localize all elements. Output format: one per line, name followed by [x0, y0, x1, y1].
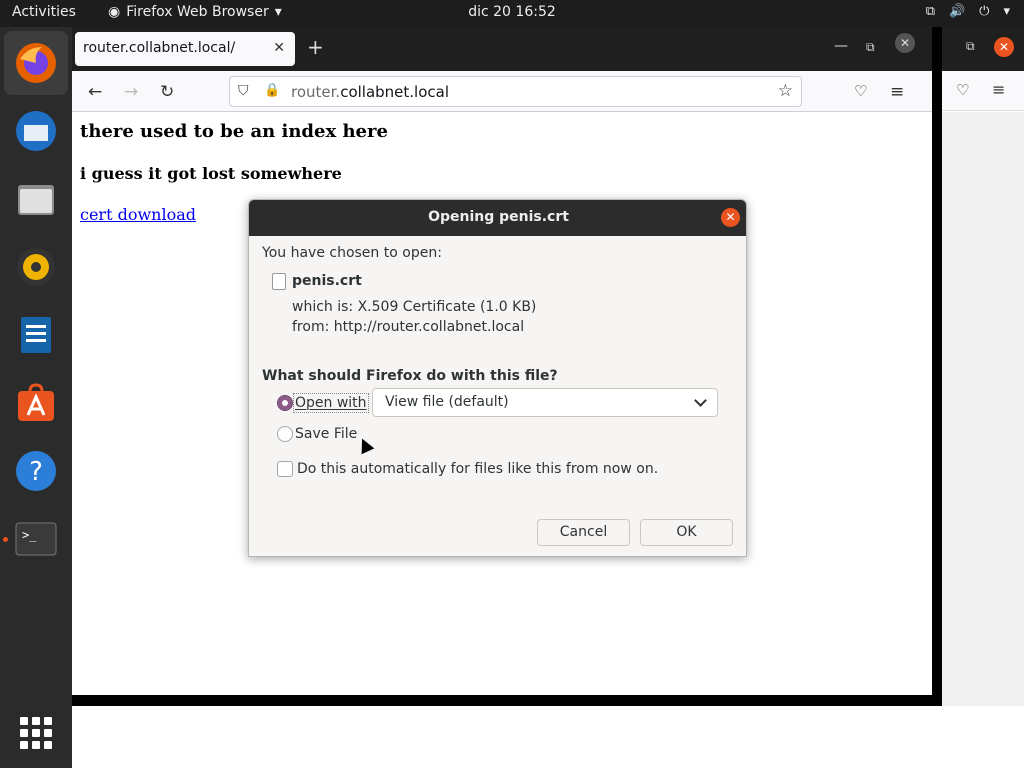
folder-icon [18, 185, 54, 215]
window-shadow-right [932, 27, 942, 706]
action-question: What should Firefox do with this file? [262, 368, 558, 384]
restore-icon[interactable]: ⧉ [966, 39, 975, 54]
tab-router[interactable]: router.collabnet.local/ ✕ [75, 32, 295, 66]
lock-icon[interactable]: 🔒 [264, 83, 280, 98]
tab-title: router.collabnet.local/ [83, 40, 236, 56]
show-apps-icon[interactable] [20, 717, 52, 749]
url-prefix: router. [291, 83, 341, 101]
open-with-label[interactable]: Open with [293, 393, 369, 413]
thunderbird-icon [16, 111, 56, 151]
bookmark-star-icon[interactable]: ☆ [778, 81, 793, 101]
speaker-icon [17, 248, 55, 286]
shield-icon[interactable]: ⛉ [238, 83, 249, 99]
nav-bar: ← → ↻ ⛉ 🔒 router.collabnet.local ☆ ♡ ≡ [72, 71, 932, 112]
cert-download-link[interactable]: cert download [80, 205, 196, 224]
dock: ? >_ [0, 27, 72, 768]
dialog-header: Opening penis.crt ✕ [249, 200, 746, 236]
power-icon: ⏻ [979, 4, 990, 19]
file-name: penis.crt [292, 273, 362, 289]
chosen-label: You have chosen to open: [262, 245, 442, 261]
auto-label[interactable]: Do this automatically for files like thi… [297, 461, 658, 477]
chevron-down-icon: ▾ [1003, 4, 1010, 19]
dock-files[interactable] [4, 167, 68, 231]
dock-rhythmbox[interactable] [4, 235, 68, 299]
chevron-down-icon [694, 394, 707, 407]
network-icon: ⧉ [925, 4, 935, 19]
pocket-icon[interactable]: ♡ [956, 81, 969, 99]
forward-icon[interactable]: → [124, 82, 138, 102]
save-file-radio[interactable] [277, 426, 293, 442]
tab-strip: router.collabnet.local/ ✕ + — ⧉ ✕ [72, 27, 932, 71]
svg-text:>_: >_ [22, 528, 37, 542]
dock-terminal[interactable]: >_ [4, 507, 68, 571]
open-with-value: View file (default) [385, 394, 509, 410]
running-indicator [3, 537, 8, 542]
file-type: which is: X.509 Certificate (1.0 KB) [292, 299, 537, 315]
close-icon[interactable]: ✕ [721, 208, 740, 227]
dock-libreoffice-writer[interactable] [4, 303, 68, 367]
menu-icon[interactable]: ≡ [890, 82, 904, 102]
terminal-icon: >_ [15, 522, 57, 556]
ok-button[interactable]: OK [640, 519, 733, 546]
dock-software[interactable] [4, 371, 68, 435]
pocket-icon[interactable]: ♡ [854, 82, 867, 100]
minimize-icon[interactable]: — [834, 38, 848, 54]
open-with-dropdown[interactable]: View file (default) [372, 388, 718, 417]
dock-thunderbird[interactable] [4, 99, 68, 163]
open-file-dialog: Opening penis.crt ✕ You have chosen to o… [248, 199, 747, 557]
background-window-body [942, 112, 1024, 706]
dock-help[interactable]: ? [4, 439, 68, 503]
close-icon[interactable]: ✕ [994, 37, 1014, 57]
volume-icon: 🔊 [948, 4, 966, 19]
clock[interactable]: dic 20 16:52 [0, 4, 1024, 20]
page-subheading: i guess it got lost somewhere [80, 164, 342, 183]
close-icon[interactable]: ✕ [895, 33, 915, 53]
close-icon[interactable]: ✕ [273, 40, 285, 56]
document-icon [21, 317, 51, 353]
page-heading: there used to be an index here [80, 121, 388, 142]
dock-firefox[interactable] [4, 31, 68, 95]
background-window-tabstrip: ⧉ ✕ [942, 27, 1024, 71]
cancel-button[interactable]: Cancel [537, 519, 630, 546]
restore-icon[interactable]: ⧉ [866, 40, 875, 55]
file-source: from: http://router.collabnet.local [292, 319, 525, 335]
url-domain: collabnet.local [340, 83, 450, 101]
dialog-title: Opening penis.crt [428, 209, 569, 225]
svg-text:?: ? [29, 457, 43, 487]
open-with-radio[interactable] [277, 395, 293, 411]
top-bar: Activities ◉ Firefox Web Browser ▾ dic 2… [0, 0, 1024, 27]
new-tab-button[interactable]: + [307, 35, 324, 59]
help-icon: ? [16, 451, 56, 491]
store-icon [18, 383, 54, 421]
file-icon [272, 273, 286, 290]
url-bar[interactable]: ⛉ 🔒 router.collabnet.local ☆ [229, 76, 802, 107]
save-file-label[interactable]: Save File [295, 426, 357, 442]
back-icon[interactable]: ← [88, 82, 102, 102]
background-window-navbar: ♡ ≡ [942, 71, 1024, 111]
menu-icon[interactable]: ≡ [992, 80, 1005, 99]
url-text[interactable]: router.collabnet.local [291, 83, 449, 101]
window-shadow-bottom [72, 695, 942, 706]
reload-icon[interactable]: ↻ [160, 82, 174, 102]
auto-checkbox[interactable] [277, 461, 293, 477]
firefox-icon [16, 43, 56, 83]
system-tray[interactable]: ⧉ 🔊 ⏻ ▾ [926, 4, 1010, 19]
